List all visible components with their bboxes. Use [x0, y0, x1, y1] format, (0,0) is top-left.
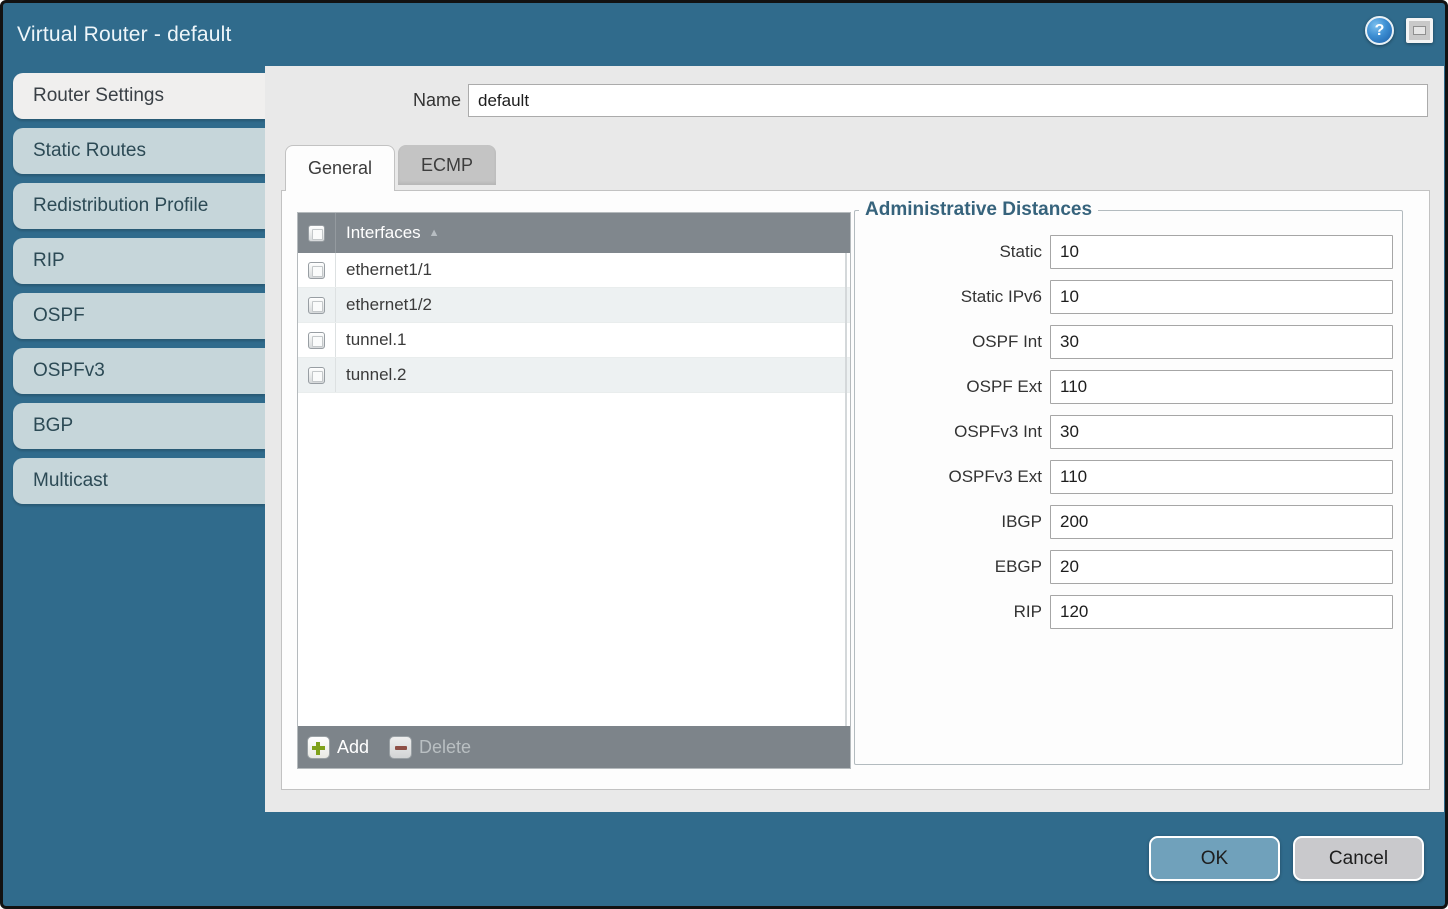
add-button[interactable]: Add [307, 736, 369, 759]
interfaces-table-toolbar: Add Delete [298, 726, 850, 768]
table-scrollbar[interactable] [845, 253, 847, 726]
interfaces-table-header: Interfaces ▲ [298, 213, 850, 253]
general-tab-panel: Interfaces ▲ ethernet1/1 ethernet1/2 [281, 190, 1430, 790]
field-row-static-ipv6: Static IPv6 [855, 280, 1402, 314]
administrative-distances-fieldset: Administrative Distances Static Static I… [854, 199, 1403, 765]
row-checkbox[interactable] [308, 297, 325, 314]
sidebar-item-ospfv3[interactable]: OSPFv3 [13, 348, 265, 394]
content-area: Name General ECMP Interfaces ▲ [265, 66, 1444, 812]
interface-name: ethernet1/2 [336, 295, 432, 315]
name-input[interactable] [468, 84, 1428, 117]
field-row-static: Static [855, 235, 1402, 269]
static-ipv6-label: Static IPv6 [855, 287, 1050, 307]
field-row-ebgp: EBGP [855, 550, 1402, 584]
row-checkbox[interactable] [308, 332, 325, 349]
window-restore-icon[interactable] [1406, 18, 1433, 43]
sidebar-item-router-settings[interactable]: Router Settings [13, 73, 265, 119]
sidebar-item-multicast[interactable]: Multicast [13, 458, 265, 504]
tab-general[interactable]: General [285, 145, 395, 191]
dialog-footer: OK Cancel [3, 812, 1445, 906]
sort-ascending-icon: ▲ [429, 227, 440, 239]
row-checkbox-cell [298, 253, 336, 287]
sidebar-item-bgp[interactable]: BGP [13, 403, 265, 449]
ibgp-label: IBGP [855, 512, 1050, 532]
row-checkbox[interactable] [308, 262, 325, 279]
interfaces-table: Interfaces ▲ ethernet1/1 ethernet1/2 [297, 212, 851, 769]
ospfv3-int-label: OSPFv3 Int [855, 422, 1050, 442]
interfaces-table-body: ethernet1/1 ethernet1/2 tunnel.1 tu [298, 253, 850, 726]
sidebar-item-redistribution-profile[interactable]: Redistribution Profile [13, 183, 265, 229]
static-label: Static [855, 242, 1050, 262]
field-row-ibgp: IBGP [855, 505, 1402, 539]
row-checkbox-cell [298, 323, 336, 357]
interface-name: tunnel.2 [336, 365, 407, 385]
ospfv3-int-distance-input[interactable] [1050, 415, 1393, 449]
ospfv3-ext-label: OSPFv3 Ext [855, 467, 1050, 487]
sidebar-item-rip[interactable]: RIP [13, 238, 265, 284]
field-row-ospf-int: OSPF Int [855, 325, 1402, 359]
sidebar-item-ospf[interactable]: OSPF [13, 293, 265, 339]
plus-icon [307, 736, 330, 759]
sidebar: Router Settings Static Routes Redistribu… [3, 66, 265, 812]
window-restore-icon-inner [1413, 26, 1426, 35]
ospf-int-distance-input[interactable] [1050, 325, 1393, 359]
name-row: Name [265, 84, 1444, 117]
virtual-router-dialog: Virtual Router - default ? Router Settin… [0, 0, 1448, 909]
field-row-ospfv3-ext: OSPFv3 Ext [855, 460, 1402, 494]
row-checkbox-cell [298, 358, 336, 392]
row-checkbox-cell [298, 288, 336, 322]
table-row-tunnel-2[interactable]: tunnel.2 [298, 358, 850, 393]
ok-button[interactable]: OK [1149, 836, 1280, 881]
ibgp-distance-input[interactable] [1050, 505, 1393, 539]
ebgp-distance-input[interactable] [1050, 550, 1393, 584]
add-button-label: Add [337, 737, 369, 758]
field-row-rip: RIP [855, 595, 1402, 629]
delete-button-label: Delete [419, 737, 471, 758]
ospf-ext-label: OSPF Ext [855, 377, 1050, 397]
titlebar-icons: ? [1365, 16, 1433, 45]
sidebar-item-static-routes[interactable]: Static Routes [13, 128, 265, 174]
cancel-button[interactable]: Cancel [1293, 836, 1424, 881]
minus-icon [389, 736, 412, 759]
title-bar: Virtual Router - default ? [3, 3, 1445, 66]
administrative-distances-legend: Administrative Distances [859, 199, 1098, 221]
select-all-checkbox[interactable] [308, 225, 325, 242]
row-checkbox[interactable] [308, 367, 325, 384]
static-ipv6-distance-input[interactable] [1050, 280, 1393, 314]
table-row-ethernet1-2[interactable]: ethernet1/2 [298, 288, 850, 323]
table-row-ethernet1-1[interactable]: ethernet1/1 [298, 253, 850, 288]
table-row-tunnel-1[interactable]: tunnel.1 [298, 323, 850, 358]
ebgp-label: EBGP [855, 557, 1050, 577]
ospf-int-label: OSPF Int [855, 332, 1050, 352]
tab-ecmp[interactable]: ECMP [398, 145, 496, 185]
dialog-body: Router Settings Static Routes Redistribu… [3, 66, 1445, 812]
field-row-ospf-ext: OSPF Ext [855, 370, 1402, 404]
dialog-title: Virtual Router - default [3, 23, 232, 47]
ospfv3-ext-distance-input[interactable] [1050, 460, 1393, 494]
static-distance-input[interactable] [1050, 235, 1393, 269]
content-tabstrip: General ECMP [285, 145, 496, 191]
delete-button[interactable]: Delete [389, 736, 471, 759]
interfaces-column-header[interactable]: Interfaces ▲ [336, 223, 850, 243]
help-icon[interactable]: ? [1365, 16, 1394, 45]
rip-label: RIP [855, 602, 1050, 622]
rip-distance-input[interactable] [1050, 595, 1393, 629]
interface-name: tunnel.1 [336, 330, 407, 350]
select-all-cell [298, 213, 336, 253]
interface-name: ethernet1/1 [336, 260, 432, 280]
field-row-ospfv3-int: OSPFv3 Int [855, 415, 1402, 449]
interfaces-column-label: Interfaces [346, 223, 421, 243]
name-label: Name [265, 84, 461, 117]
ospf-ext-distance-input[interactable] [1050, 370, 1393, 404]
